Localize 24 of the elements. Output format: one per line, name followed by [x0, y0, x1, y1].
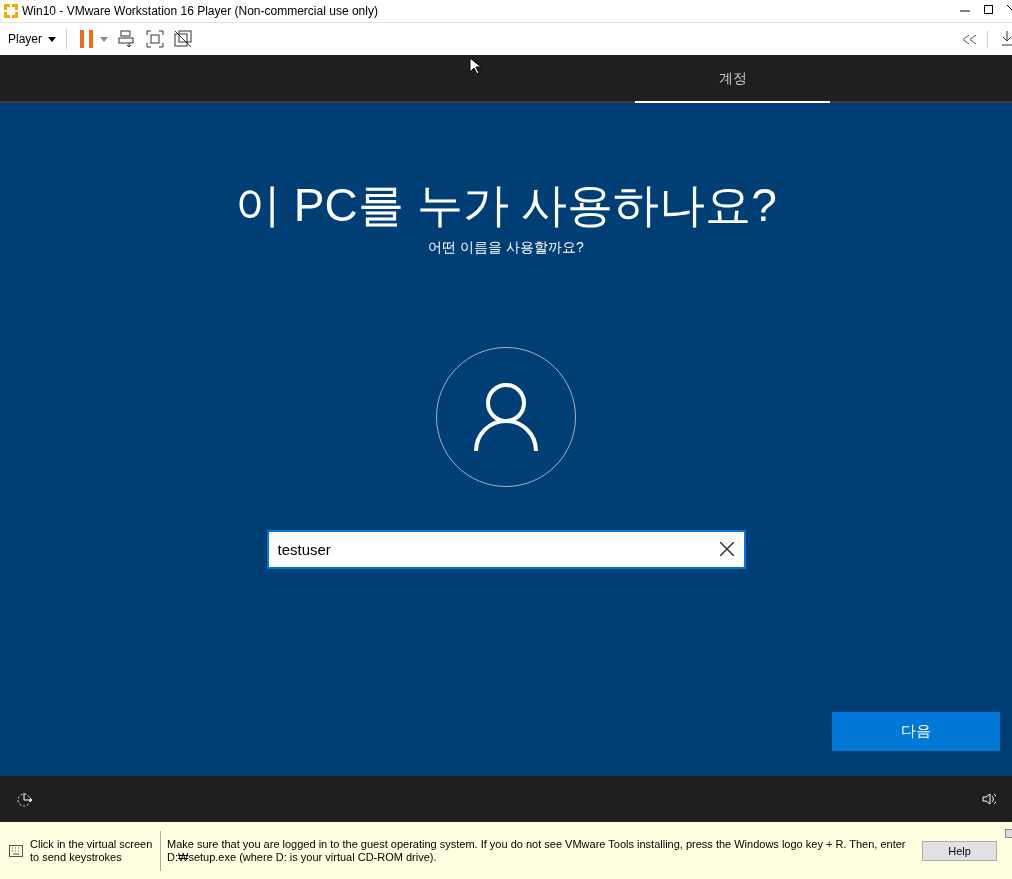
click-hint-text: Click in the virtual screen to send keystrokes	[30, 837, 154, 864]
page-heading: 이 PC를 누가 사용하나요?	[235, 178, 777, 233]
send-keys-icon[interactable]	[118, 30, 136, 48]
pause-icon[interactable]	[80, 30, 94, 48]
dropdown-arrow-icon[interactable]	[100, 36, 108, 42]
vmware-tools-message: Make sure that you are logged in to the guest operating system. If you do not see VMware Tools installing, press the Windows logo key + R. Then, enter D:₩setup.exe (where D: is your virtual CD-ROM drive).	[167, 837, 907, 864]
speaker-icon[interactable]	[982, 792, 996, 806]
accessibility-icon[interactable]	[16, 790, 34, 808]
collapse-icon[interactable]	[963, 35, 977, 44]
download-icon[interactable]	[1002, 31, 1012, 47]
unity-icon[interactable]	[174, 30, 192, 48]
fullscreen-icon[interactable]	[146, 30, 164, 48]
window-title: Win10 - VMware Workstation 16 Player (Non-commercial use only)	[22, 3, 378, 20]
keyboard-icon	[9, 844, 23, 857]
page-subheading: 어떤 이름을 사용할까요?	[428, 238, 584, 257]
next-button[interactable]: 다음	[832, 712, 1000, 751]
dropdown-arrow-icon	[48, 36, 56, 42]
maximize-icon[interactable]	[984, 5, 993, 14]
clear-icon[interactable]	[719, 542, 734, 556]
player-menu[interactable]: Player	[8, 30, 56, 48]
app-logo-icon	[3, 3, 19, 19]
help-button[interactable]: Help	[922, 841, 997, 861]
name-input-field[interactable]: testuser	[266, 530, 746, 569]
mouse-pointer-icon	[469, 57, 481, 75]
